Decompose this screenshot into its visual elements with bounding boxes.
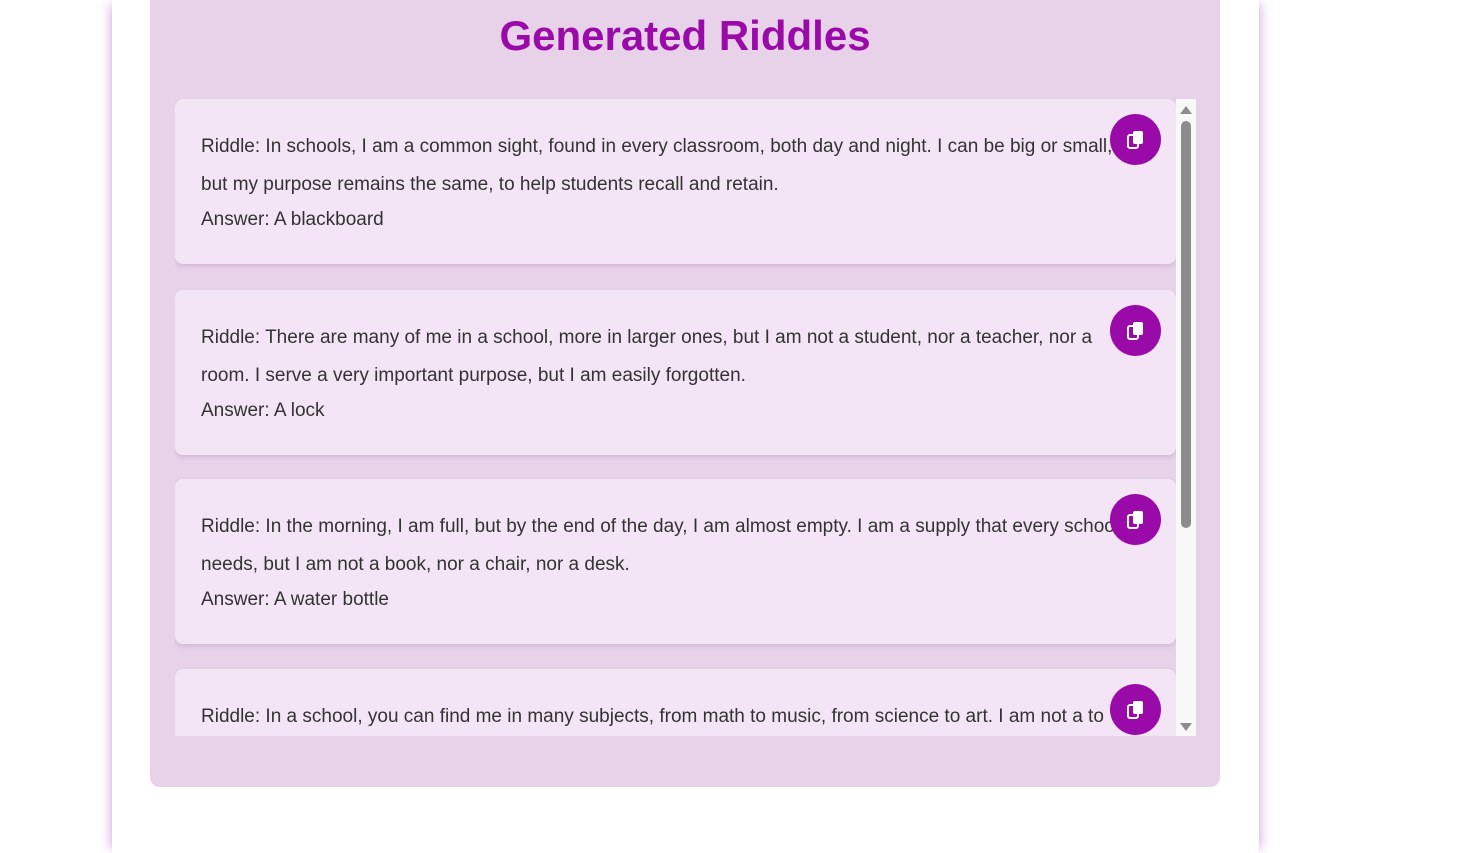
scroll-up-arrow-icon[interactable] xyxy=(1179,103,1193,115)
panel-title: Generated Riddles xyxy=(499,12,871,59)
riddle-answer: Answer: A water bottle xyxy=(201,589,389,610)
scrollbar-thumb[interactable] xyxy=(1181,121,1191,528)
riddle-card-4: Riddle: In a school, you can find me in … xyxy=(175,669,1176,736)
copy-icon xyxy=(1126,320,1146,342)
scroll-down-arrow-icon[interactable] xyxy=(1179,720,1193,732)
copy-button[interactable] xyxy=(1110,684,1161,735)
riddle-card-1: Riddle: In schools, I am a common sight,… xyxy=(175,99,1176,264)
copy-icon xyxy=(1126,699,1146,721)
riddles-panel: Generated Riddles Riddle: In schools, I … xyxy=(150,0,1220,787)
riddle-card-3: Riddle: In the morning, I am full, but b… xyxy=(175,479,1176,644)
riddle-text: Riddle: In a school, you can find me in … xyxy=(201,706,1104,727)
riddle-answer: Answer: A blackboard xyxy=(201,209,384,230)
copy-button[interactable] xyxy=(1110,494,1161,545)
copy-icon xyxy=(1126,129,1146,151)
riddle-text: Riddle: There are many of me in a school… xyxy=(201,327,1093,386)
copy-button[interactable] xyxy=(1110,305,1161,356)
riddle-text: Riddle: In schools, I am a common sight,… xyxy=(201,136,1113,195)
copy-button[interactable] xyxy=(1110,114,1161,165)
riddle-text: Riddle: In the morning, I am full, but b… xyxy=(201,516,1120,575)
riddle-answer: Answer: A lock xyxy=(201,400,325,421)
riddle-list[interactable]: Riddle: In schools, I am a common sight,… xyxy=(175,99,1196,736)
riddle-card-2: Riddle: There are many of me in a school… xyxy=(175,290,1176,455)
vertical-scrollbar[interactable] xyxy=(1176,99,1196,736)
copy-icon xyxy=(1126,509,1146,531)
